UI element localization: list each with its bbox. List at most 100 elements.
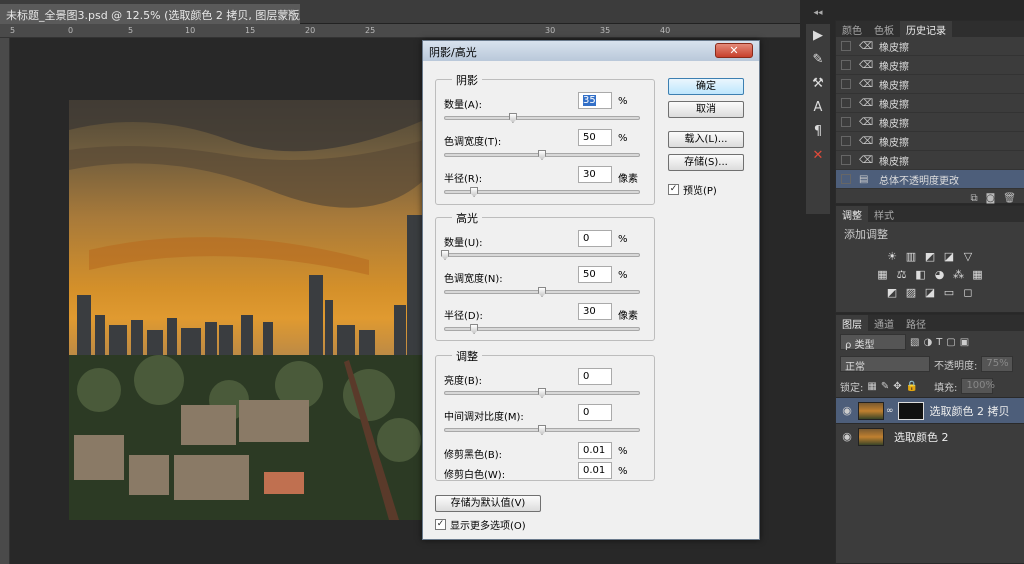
tab-history[interactable]: 历史记录 (900, 21, 952, 37)
clip-black-input[interactable]: 0.01 (578, 442, 612, 459)
midtone-contrast-slider[interactable] (444, 425, 640, 435)
midtone-contrast-input[interactable]: 0 (578, 404, 612, 421)
save-as-default-button[interactable]: 存储为默认值(V) (435, 495, 541, 512)
play-icon[interactable]: ▶ (806, 24, 830, 48)
smart-object-filter-icon[interactable]: ▣ (960, 337, 969, 348)
black-white-icon[interactable]: ◧ (914, 268, 928, 282)
levels-icon[interactable]: ▥ (904, 250, 918, 264)
shadows-radius-slider[interactable] (444, 187, 640, 197)
highlights-radius-slider[interactable] (444, 324, 640, 334)
clip-white-input[interactable]: 0.01 (578, 462, 612, 479)
pixel-filter-icon[interactable]: ▧ (910, 337, 919, 348)
fill-input[interactable]: 100% (961, 378, 995, 394)
color-balance-icon[interactable]: ⚖ (895, 268, 909, 282)
tab-layers[interactable]: 图层 (836, 315, 868, 331)
lock-pixels-icon[interactable]: ▦ (867, 381, 876, 392)
highlights-amount-input[interactable]: 0 (578, 230, 612, 247)
slider-handle[interactable] (538, 287, 546, 297)
highlights-tonal-width-input[interactable]: 50 (578, 266, 612, 283)
history-item[interactable]: ⌫ 橡皮擦 (836, 94, 1024, 113)
history-item[interactable]: ⌫ 橡皮擦 (836, 56, 1024, 75)
shadows-tonal-width-slider[interactable] (444, 150, 640, 160)
eye-icon[interactable]: ◉ (836, 430, 858, 443)
canvas-image[interactable] (69, 100, 424, 520)
close-tab-icon[interactable]: × (287, 6, 296, 19)
slider-handle[interactable] (508, 113, 517, 123)
tab-adjustments[interactable]: 调整 (836, 206, 868, 222)
vibrance-icon[interactable]: ▽ (961, 250, 975, 264)
highlights-tonal-width-slider[interactable] (444, 287, 640, 297)
layer-mask-thumbnail[interactable] (897, 401, 924, 420)
tool-presets-icon[interactable]: ⚒ (806, 72, 830, 96)
checkmark-icon[interactable]: ✓ (435, 519, 446, 530)
history-checkbox[interactable] (841, 79, 851, 89)
threshold-icon[interactable]: ◪ (923, 286, 937, 300)
new-document-from-state-icon[interactable]: ⧉ (970, 193, 977, 204)
shadows-radius-input[interactable]: 30 (578, 166, 612, 183)
color-lookup-icon[interactable]: ▦ (971, 268, 985, 282)
blend-mode-select[interactable]: 正常 (840, 356, 930, 373)
tab-paths[interactable]: 路径 (900, 315, 932, 331)
checkmark-icon[interactable]: ✓ (668, 184, 679, 195)
tab-styles[interactable]: 样式 (868, 206, 900, 222)
shadows-amount-input[interactable]: 35 (578, 92, 612, 109)
history-item-selected[interactable]: ▤ 总体不透明度更改 (836, 170, 1024, 189)
history-checkbox[interactable] (841, 117, 851, 127)
show-more-options-checkbox[interactable]: ✓ 显示更多选项(O) (435, 517, 526, 532)
load-button[interactable]: 载入(L)... (668, 131, 744, 148)
slider-handle[interactable] (470, 187, 479, 197)
history-checkbox[interactable] (841, 155, 851, 165)
curves-icon[interactable]: ◩ (923, 250, 937, 264)
shadows-tonal-width-input[interactable]: 50 (578, 129, 612, 146)
exposure-icon[interactable]: ◪ (942, 250, 956, 264)
brush-settings-icon[interactable]: ✎ (806, 48, 830, 72)
opacity-input[interactable]: 75% (981, 356, 1014, 372)
photo-filter-icon[interactable]: ◕ (933, 268, 947, 282)
character-icon[interactable]: A (806, 96, 830, 120)
brightness-input[interactable]: 0 (578, 368, 612, 385)
shadows-amount-slider[interactable] (444, 113, 640, 123)
brightness-slider[interactable] (444, 388, 640, 398)
history-item[interactable]: ⌫ 橡皮擦 (836, 75, 1024, 94)
eye-icon[interactable]: ◉ (836, 404, 858, 417)
layer-row[interactable]: ◉ 选取颜色 2 (836, 423, 1024, 449)
dialog-title-bar[interactable]: 阴影/高光 ✕ (423, 41, 759, 61)
close-panel-icon[interactable]: ✕ (806, 144, 830, 168)
history-checkbox[interactable] (841, 98, 851, 108)
slider-handle[interactable] (538, 425, 546, 435)
invert-icon[interactable]: ◩ (885, 286, 899, 300)
hue-saturation-icon[interactable]: ▦ (876, 268, 890, 282)
history-item[interactable]: ⌫ 橡皮擦 (836, 113, 1024, 132)
channel-mixer-icon[interactable]: ⁂ (952, 268, 966, 282)
history-item[interactable]: ⌫ 橡皮擦 (836, 37, 1024, 56)
gradient-map-icon[interactable]: ▭ (942, 286, 956, 300)
history-checkbox[interactable] (841, 174, 851, 184)
collapse-panels-icon[interactable]: ◂◂ (806, 8, 830, 22)
selective-color-icon[interactable]: ◻ (961, 286, 975, 300)
lock-brush-icon[interactable]: ✎ (881, 381, 889, 392)
highlights-radius-input[interactable]: 30 (578, 303, 612, 320)
history-item[interactable]: ⌫ 橡皮擦 (836, 151, 1024, 170)
camera-icon[interactable]: ◙ (986, 193, 996, 204)
slider-handle[interactable] (538, 388, 546, 398)
cancel-button[interactable]: 取消 (668, 101, 744, 118)
layer-filter-select[interactable]: ρ 类型 (840, 334, 906, 351)
close-dialog-button[interactable]: ✕ (715, 43, 753, 58)
trash-icon[interactable]: 🗑 (1003, 193, 1016, 204)
history-checkbox[interactable] (841, 60, 851, 70)
tab-color[interactable]: 颜色 (836, 21, 868, 37)
lock-all-icon[interactable]: 🔒 (906, 381, 918, 392)
slider-handle[interactable] (441, 250, 449, 260)
lock-position-icon[interactable]: ✥ (893, 381, 901, 392)
paragraph-icon[interactable]: ¶ (806, 120, 830, 144)
adjustment-filter-icon[interactable]: ◑ (923, 337, 932, 348)
shape-filter-icon[interactable]: ▢ (946, 337, 955, 348)
brightness-icon[interactable]: ☀ (885, 250, 899, 264)
layer-row-selected[interactable]: ◉ ∞ 选取颜色 2 拷贝 (836, 397, 1024, 423)
history-checkbox[interactable] (841, 136, 851, 146)
document-tab[interactable]: 未标题_全景图3.psd @ 12.5% (选取颜色 2 拷贝, 图层蒙版/8)… (0, 4, 300, 24)
type-filter-icon[interactable]: T (936, 337, 942, 348)
tab-swatches[interactable]: 色板 (868, 21, 900, 37)
save-button[interactable]: 存储(S)... (668, 154, 744, 171)
posterize-icon[interactable]: ▨ (904, 286, 918, 300)
